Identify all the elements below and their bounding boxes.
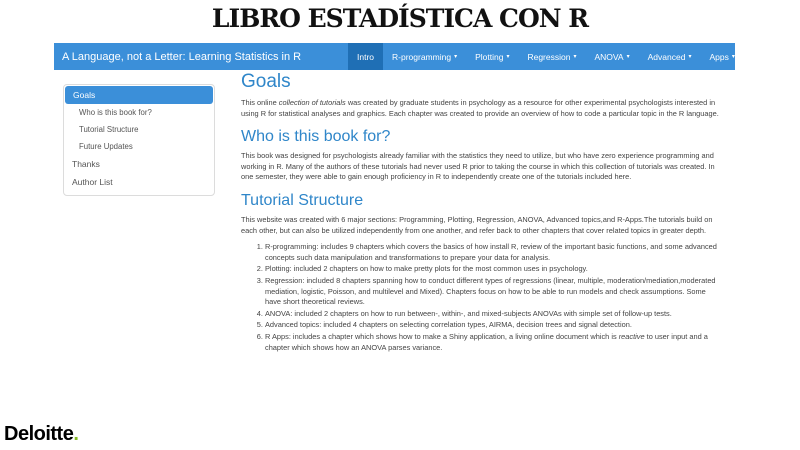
nav-item-label: R-programming bbox=[392, 51, 452, 62]
chevron-down-icon: ▾ bbox=[731, 54, 735, 60]
nav-item-r-programming[interactable]: R-programming ▾ bbox=[383, 43, 466, 70]
nav-item-advanced[interactable]: Advanced ▾ bbox=[639, 43, 701, 70]
chevron-down-icon: ▾ bbox=[573, 54, 577, 60]
nav-item-label: Advanced bbox=[647, 51, 686, 62]
chevron-down-icon: ▾ bbox=[688, 54, 692, 60]
nav-item-regression[interactable]: Regression ▾ bbox=[518, 43, 585, 70]
text-fragment: R Apps: includes a chapter which shows h… bbox=[265, 331, 619, 341]
toc-item-who-is-this-book-for[interactable]: Who is this book for? bbox=[64, 104, 214, 121]
emphasis-text: reactive bbox=[618, 331, 645, 341]
nav-item-apps[interactable]: Apps ▾ bbox=[700, 43, 735, 70]
list-item: Plotting: included 2 chapters on how to … bbox=[265, 264, 719, 275]
site-brand[interactable]: A Language, not a Letter: Learning Stati… bbox=[54, 51, 342, 63]
list-item: ANOVA: included 2 chapters on how to run… bbox=[265, 309, 719, 320]
deloitte-logo: Deloitte. bbox=[4, 423, 79, 446]
who-paragraph: This book was designed for psychologists… bbox=[241, 151, 715, 182]
toc-item-future-updates[interactable]: Future Updates bbox=[64, 138, 214, 155]
main-content: Goals This online collection of tutorial… bbox=[241, 71, 719, 354]
nav-item-label: Plotting bbox=[475, 51, 504, 62]
nav-item-label: Apps bbox=[709, 51, 729, 62]
slide-title: LIBRO ESTADÍSTICA CON R bbox=[211, 4, 589, 33]
chevron-down-icon: ▾ bbox=[506, 54, 510, 60]
toc-item-goals[interactable]: Goals bbox=[65, 86, 213, 104]
top-navbar: A Language, not a Letter: Learning Stati… bbox=[54, 43, 735, 70]
nav-item-anova[interactable]: ANOVA ▾ bbox=[585, 43, 638, 70]
sections-list: R-programming: includes 9 chapters which… bbox=[241, 242, 719, 353]
toc-item-author-list[interactable]: Author List bbox=[64, 173, 214, 191]
section-heading-goals: Goals bbox=[241, 71, 291, 92]
emphasis-text: collection of tutorials bbox=[278, 98, 346, 107]
nav-item-label: ANOVA bbox=[594, 51, 624, 62]
nav-item-label: Intro bbox=[357, 51, 375, 62]
text-fragment: This online bbox=[241, 98, 279, 107]
logo-dot: . bbox=[73, 423, 79, 445]
chevron-down-icon: ▾ bbox=[626, 54, 630, 60]
section-heading-structure: Tutorial Structure bbox=[241, 191, 364, 209]
list-item: Advanced topics: included 4 chapters on … bbox=[265, 320, 719, 331]
list-item: Regression: included 8 chapters spanning… bbox=[265, 276, 719, 308]
chevron-down-icon: ▾ bbox=[454, 54, 458, 60]
toc-item-tutorial-structure[interactable]: Tutorial Structure bbox=[64, 121, 214, 138]
logo-wordmark: Deloitte bbox=[4, 423, 74, 445]
nav-menu: Intro R-programming ▾ Plotting ▾ Regress… bbox=[348, 43, 735, 70]
goals-paragraph: This online collection of tutorials was … bbox=[241, 98, 719, 119]
section-heading-who: Who is this book for? bbox=[241, 128, 391, 146]
table-of-contents: Goals Who is this book for? Tutorial Str… bbox=[63, 84, 215, 196]
nav-item-plotting[interactable]: Plotting ▾ bbox=[466, 43, 518, 70]
nav-item-label: Regression bbox=[527, 51, 571, 62]
list-item: R-programming: includes 9 chapters which… bbox=[265, 242, 719, 263]
toc-item-thanks[interactable]: Thanks bbox=[64, 155, 214, 173]
nav-item-intro[interactable]: Intro bbox=[348, 43, 384, 70]
structure-paragraph: This website was created with 6 major se… bbox=[241, 214, 713, 235]
list-item: R Apps: includes a chapter which shows h… bbox=[265, 332, 719, 353]
browser-screenshot: A Language, not a Letter: Learning Stati… bbox=[54, 43, 735, 415]
